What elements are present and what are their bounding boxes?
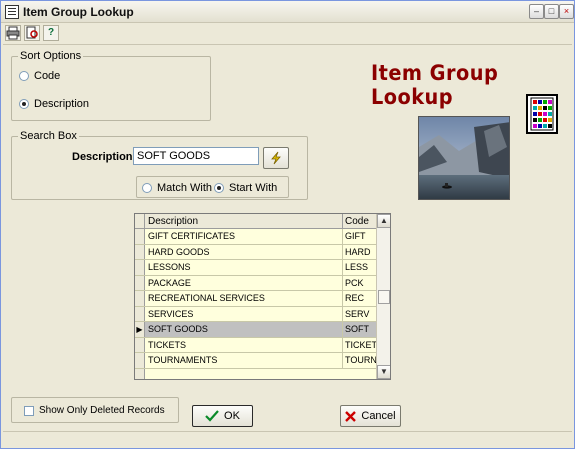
lake-mountain-photo bbox=[418, 116, 510, 200]
app-logo bbox=[526, 94, 558, 134]
table-row[interactable]: TOURNAMENTS TOURN bbox=[135, 353, 376, 369]
search-go-button[interactable] bbox=[263, 147, 289, 169]
item-group-lookup-window: Item Group Lookup – □ × ? Sort Options C… bbox=[0, 0, 575, 449]
sort-options-title: Sort Options bbox=[18, 50, 84, 62]
cell-code: SOFT bbox=[343, 322, 376, 337]
cell-description: GIFT CERTIFICATES bbox=[145, 229, 343, 244]
cell-code: TOURN bbox=[345, 355, 376, 365]
radio-indicator bbox=[19, 99, 29, 109]
empty-row bbox=[135, 368, 376, 379]
show-deleted-checkbox[interactable] bbox=[24, 406, 34, 416]
cell-code: TICKET bbox=[345, 339, 376, 350]
maximize-button[interactable]: □ bbox=[544, 4, 559, 19]
grid-vertical-scrollbar[interactable]: ▲ ▼ bbox=[376, 214, 390, 379]
match-mode-group: Match With Start With bbox=[136, 176, 289, 198]
row-selector[interactable] bbox=[135, 275, 145, 290]
cell-code: PCK bbox=[345, 277, 364, 288]
match-with-label: Match With bbox=[157, 182, 213, 194]
row-selector-header bbox=[135, 214, 145, 229]
show-deleted-label: Show Only Deleted Records bbox=[39, 405, 165, 416]
radio-indicator bbox=[214, 183, 224, 193]
window-title: Item Group Lookup bbox=[23, 5, 134, 19]
column-header-code[interactable]: Code bbox=[343, 214, 376, 229]
row-selector bbox=[135, 368, 145, 379]
table-row[interactable]: PACKAGE PCK bbox=[135, 275, 376, 291]
description-search-input[interactable] bbox=[133, 147, 259, 165]
cell-code: LESS bbox=[345, 262, 369, 272]
check-icon bbox=[205, 410, 219, 422]
start-with-radio[interactable]: Start With bbox=[214, 182, 277, 194]
help-icon[interactable]: ? bbox=[43, 25, 59, 41]
sort-description-radio[interactable]: Description bbox=[19, 98, 89, 110]
table-row[interactable]: LESSONS LESS bbox=[135, 260, 376, 276]
preview-icon[interactable] bbox=[24, 25, 40, 41]
x-icon bbox=[345, 410, 357, 422]
cell-description: TICKETS bbox=[145, 337, 343, 352]
row-selector[interactable] bbox=[135, 337, 145, 352]
cell-description: LESSONS bbox=[145, 260, 343, 275]
row-selector[interactable] bbox=[135, 229, 145, 244]
printer-icon[interactable] bbox=[5, 25, 21, 41]
cell-code: REC bbox=[345, 293, 365, 303]
row-selector[interactable] bbox=[135, 291, 145, 306]
table-row[interactable]: TICKETS TICKET bbox=[135, 337, 376, 353]
cell-code: HARD bbox=[345, 246, 371, 257]
minimize-button[interactable]: – bbox=[529, 4, 544, 19]
scroll-down-button[interactable]: ▼ bbox=[377, 365, 390, 379]
close-button[interactable]: × bbox=[559, 4, 574, 19]
table-row[interactable]: RECREATIONAL SERVICES REC bbox=[135, 291, 376, 307]
toolbar-separator bbox=[3, 44, 572, 45]
show-deleted-group: Show Only Deleted Records bbox=[11, 397, 179, 423]
sort-description-label: Description bbox=[34, 98, 90, 110]
window-icon bbox=[5, 5, 19, 19]
cell-description: TOURNAMENTS bbox=[145, 353, 343, 368]
cell-code: SERV bbox=[345, 308, 370, 319]
ok-button[interactable]: OK bbox=[192, 405, 253, 427]
cell-description: HARD GOODS bbox=[145, 244, 343, 259]
table-row[interactable]: HARD GOODS HARD bbox=[135, 244, 376, 260]
cell-description: PACKAGE bbox=[145, 275, 343, 290]
start-with-label: Start With bbox=[229, 182, 278, 194]
table-row[interactable]: GIFT CERTIFICATES GIFT bbox=[135, 229, 376, 245]
lightning-icon bbox=[271, 151, 281, 165]
table-row[interactable]: SERVICES SERV bbox=[135, 306, 376, 322]
sort-code-label: Code bbox=[34, 70, 61, 82]
column-header-description[interactable]: Description bbox=[145, 214, 343, 229]
sort-code-radio[interactable]: Code bbox=[19, 70, 60, 82]
radio-indicator bbox=[142, 183, 152, 193]
search-box-title: Search Box bbox=[18, 130, 79, 142]
cancel-button[interactable]: Cancel bbox=[340, 405, 401, 427]
row-selector[interactable] bbox=[135, 260, 145, 275]
title-bar: Item Group Lookup – □ × bbox=[1, 1, 574, 23]
row-selector[interactable] bbox=[135, 244, 145, 259]
row-selector[interactable] bbox=[135, 353, 145, 368]
cancel-label: Cancel bbox=[361, 410, 396, 422]
cell-description: RECREATIONAL SERVICES bbox=[145, 291, 343, 306]
search-box-group: Search Box Description Match With Start … bbox=[11, 130, 308, 200]
radio-indicator bbox=[19, 71, 29, 81]
description-label: Description bbox=[72, 151, 133, 163]
status-bar bbox=[3, 431, 572, 446]
scroll-thumb[interactable] bbox=[378, 290, 390, 304]
current-row-indicator[interactable]: ▶ bbox=[135, 322, 145, 337]
cell-description: SOFT GOODS bbox=[145, 322, 343, 337]
item-group-grid[interactable]: Description Code GIFT CERTIFICATES GIFT HA… bbox=[134, 213, 391, 380]
cell-code: GIFT bbox=[345, 231, 366, 241]
cell-description: SERVICES bbox=[145, 306, 343, 321]
ok-label: OK bbox=[224, 410, 240, 422]
match-with-radio[interactable]: Match With bbox=[142, 182, 212, 194]
scroll-up-button[interactable]: ▲ bbox=[377, 214, 390, 228]
row-selector[interactable] bbox=[135, 306, 145, 321]
sort-options-group: Sort Options Code Description bbox=[11, 50, 211, 121]
table-row[interactable]: ▶ SOFT GOODS SOFT bbox=[135, 322, 376, 338]
grid-header: Description Code bbox=[135, 214, 376, 229]
